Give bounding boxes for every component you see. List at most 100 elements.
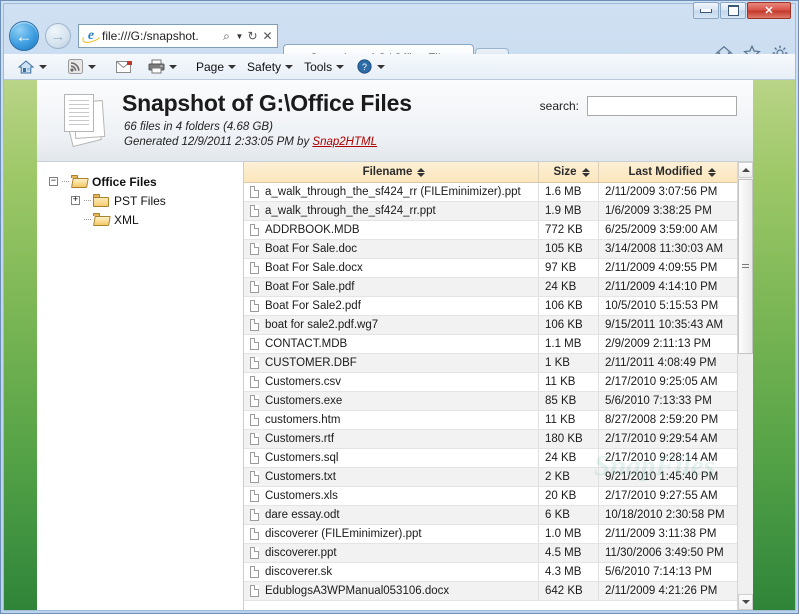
filename-text: Customers.exe: [265, 395, 343, 407]
sort-icon[interactable]: [581, 167, 590, 177]
maximize-button[interactable]: [720, 2, 746, 19]
chevron-down-icon[interactable]: [88, 64, 96, 69]
chevron-down-icon[interactable]: [377, 64, 386, 69]
print-command[interactable]: [144, 56, 185, 78]
cell-filename: Boat For Sale2.pdf: [244, 297, 539, 315]
table-row[interactable]: Customers.rtf 180 KB 2/17/2010 9:29:54 AM: [244, 430, 753, 449]
table-row[interactable]: Customers.exe 85 KB 5/6/2010 7:13:33 PM: [244, 392, 753, 411]
safety-menu[interactable]: Safety: [244, 56, 301, 78]
file-icon: [250, 300, 259, 312]
search-label: search:: [539, 99, 579, 113]
tree-item-xml[interactable]: XML: [49, 210, 243, 229]
refresh-icon[interactable]: ↻: [245, 29, 260, 43]
chevron-down-icon[interactable]: ▼: [234, 32, 245, 41]
help-menu[interactable]: ?: [352, 56, 393, 78]
page-title: Snapshot of G:\Office Files: [122, 90, 412, 116]
table-row[interactable]: discoverer (FILEminimizer).ppt 1.0 MB 2/11…: [244, 525, 753, 544]
chevron-down-icon[interactable]: [336, 64, 345, 69]
address-bar[interactable]: e file:///G:/snapshot. ⌕ ▼ ↻ ✕: [78, 24, 278, 48]
table-row[interactable]: Boat For Sale2.pdf 106 KB 10/5/2010 5:15:5…: [244, 297, 753, 316]
file-list-scrollbar[interactable]: [737, 162, 753, 610]
tools-menu[interactable]: Tools: [301, 56, 352, 78]
page-menu[interactable]: Page: [193, 56, 244, 78]
cell-size: 11 KB: [539, 373, 599, 391]
table-row[interactable]: Customers.xls 20 KB 2/17/2010 9:27:55 AM: [244, 487, 753, 506]
chevron-down-icon[interactable]: [285, 64, 294, 69]
column-label: Last Modified: [628, 166, 703, 178]
scrollbar-thumb[interactable]: [738, 179, 753, 354]
cell-filename: EdublogsA3WPManual053106.docx: [244, 582, 539, 600]
cell-filename: Boat For Sale.pdf: [244, 278, 539, 296]
table-row[interactable]: ADDRBOOK.MDB 772 KB 6/25/2009 3:59:00 AM: [244, 221, 753, 240]
search-icon[interactable]: ⌕: [219, 29, 234, 44]
browser-window: ✕ ← → e file:///G:/snapshot. ⌕ ▼ ↻ ✕ e S…: [0, 0, 799, 614]
cell-filename: ADDRBOOK.MDB: [244, 221, 539, 239]
table-row[interactable]: EdublogsA3WPManual053106.docx 642 KB 2/11/…: [244, 582, 753, 601]
window-buttons: ✕: [693, 2, 791, 19]
table-row[interactable]: a_walk_through_the_sf424_rr (FILEminimiz…: [244, 183, 753, 202]
table-row[interactable]: Customers.sql 24 KB 2/17/2010 9:28:14 AM: [244, 449, 753, 468]
cell-size: 1 KB: [539, 354, 599, 372]
tree-item-pst-files[interactable]: + PST Files: [49, 191, 243, 210]
column-header-filename[interactable]: Filename: [244, 162, 539, 182]
command-bar: Page Safety Tools ?: [4, 54, 795, 80]
cell-filename: Customers.sql: [244, 449, 539, 467]
chevron-down-icon[interactable]: [39, 64, 47, 69]
mail-icon: [115, 59, 133, 75]
table-row[interactable]: dare essay.odt 6 KB 10/18/2010 2:30:58 PM: [244, 506, 753, 525]
cell-last-modified: 10/18/2010 2:30:58 PM: [605, 509, 725, 521]
minimize-button[interactable]: [693, 2, 719, 19]
stop-icon[interactable]: ✕: [260, 29, 275, 43]
filename-text: dare essay.odt: [265, 509, 340, 521]
table-row[interactable]: Boat For Sale.doc 105 KB 3/14/2008 11:30:0…: [244, 240, 753, 259]
column-header-last-modified[interactable]: Last Modified: [599, 162, 739, 182]
snap2html-link[interactable]: Snap2HTML: [312, 136, 377, 148]
table-row[interactable]: discoverer.sk 4.3 MB 5/6/2010 7:14:13 PM: [244, 563, 753, 582]
chevron-down-icon[interactable]: [169, 64, 177, 69]
table-row[interactable]: customers.htm 11 KB 8/27/2008 2:59:20 PM: [244, 411, 753, 430]
expander-collapse-icon[interactable]: −: [49, 177, 58, 186]
table-row[interactable]: discoverer.ppt 4.5 MB 11/30/2006 3:49:50 P…: [244, 544, 753, 563]
cell-filename: Customers.xls: [244, 487, 539, 505]
expander-expand-icon[interactable]: +: [71, 196, 80, 205]
file-icon: [250, 376, 259, 388]
column-header-size[interactable]: Size: [539, 162, 599, 182]
title-bar: ✕: [0, 0, 799, 20]
table-body[interactable]: a_walk_through_the_sf424_rr (FILEminimiz…: [244, 183, 753, 610]
page-viewport: Snapshot of G:\Office Files 66 files in …: [4, 80, 795, 610]
search-area: search:: [540, 96, 737, 116]
chevron-down-icon[interactable]: [228, 64, 237, 69]
mail-command[interactable]: [112, 56, 136, 78]
scrollbar-grip-icon: [742, 263, 749, 270]
table-row[interactable]: a_walk_through_the_sf424_rr.ppt 1.9 MB 1/6…: [244, 202, 753, 221]
generated-line: Generated 12/9/2011 2:33:05 PM by Snap2H…: [124, 135, 377, 150]
cell-filename: Customers.exe: [244, 392, 539, 410]
sort-icon[interactable]: [707, 167, 716, 177]
file-icon: [250, 490, 259, 502]
table-row[interactable]: CONTACT.MDB 1.1 MB 2/9/2009 2:11:13 PM: [244, 335, 753, 354]
table-row[interactable]: boat for sale2.pdf.wg7 106 KB 9/15/2011 10…: [244, 316, 753, 335]
cell-filename: a_walk_through_the_sf424_rr (FILEminimiz…: [244, 183, 539, 201]
table-row[interactable]: CUSTOMER.DBF 1 KB 2/11/2011 4:08:49 PM: [244, 354, 753, 373]
table-row[interactable]: Customers.txt 2 KB 9/21/2010 1:45:40 PM: [244, 468, 753, 487]
table-row[interactable]: Customers.csv 11 KB 2/17/2010 9:25:05 AM: [244, 373, 753, 392]
home-command[interactable]: [14, 56, 55, 78]
table-row[interactable]: Boat For Sale.docx 97 KB 2/11/2009 4:09:55…: [244, 259, 753, 278]
sort-icon[interactable]: [417, 167, 426, 177]
cell-last-modified: 5/6/2010 7:13:33 PM: [605, 395, 712, 407]
scroll-down-button[interactable]: [738, 594, 753, 610]
tree-item-office-files[interactable]: − Office Files: [49, 172, 243, 191]
file-icon: [250, 452, 259, 464]
back-button[interactable]: ←: [9, 21, 39, 51]
scroll-up-button[interactable]: [738, 162, 753, 178]
search-input[interactable]: [587, 96, 737, 116]
feeds-command[interactable]: [63, 56, 104, 78]
forward-button[interactable]: →: [45, 23, 71, 49]
file-icon: [250, 566, 259, 578]
table-row[interactable]: Boat For Sale.pdf 24 KB 2/11/2009 4:14:10 …: [244, 278, 753, 297]
close-button[interactable]: ✕: [747, 2, 791, 19]
cell-size: 2 KB: [539, 468, 599, 486]
address-input[interactable]: file:///G:/snapshot.: [102, 29, 219, 43]
filename-text: a_walk_through_the_sf424_rr.ppt: [265, 205, 436, 217]
